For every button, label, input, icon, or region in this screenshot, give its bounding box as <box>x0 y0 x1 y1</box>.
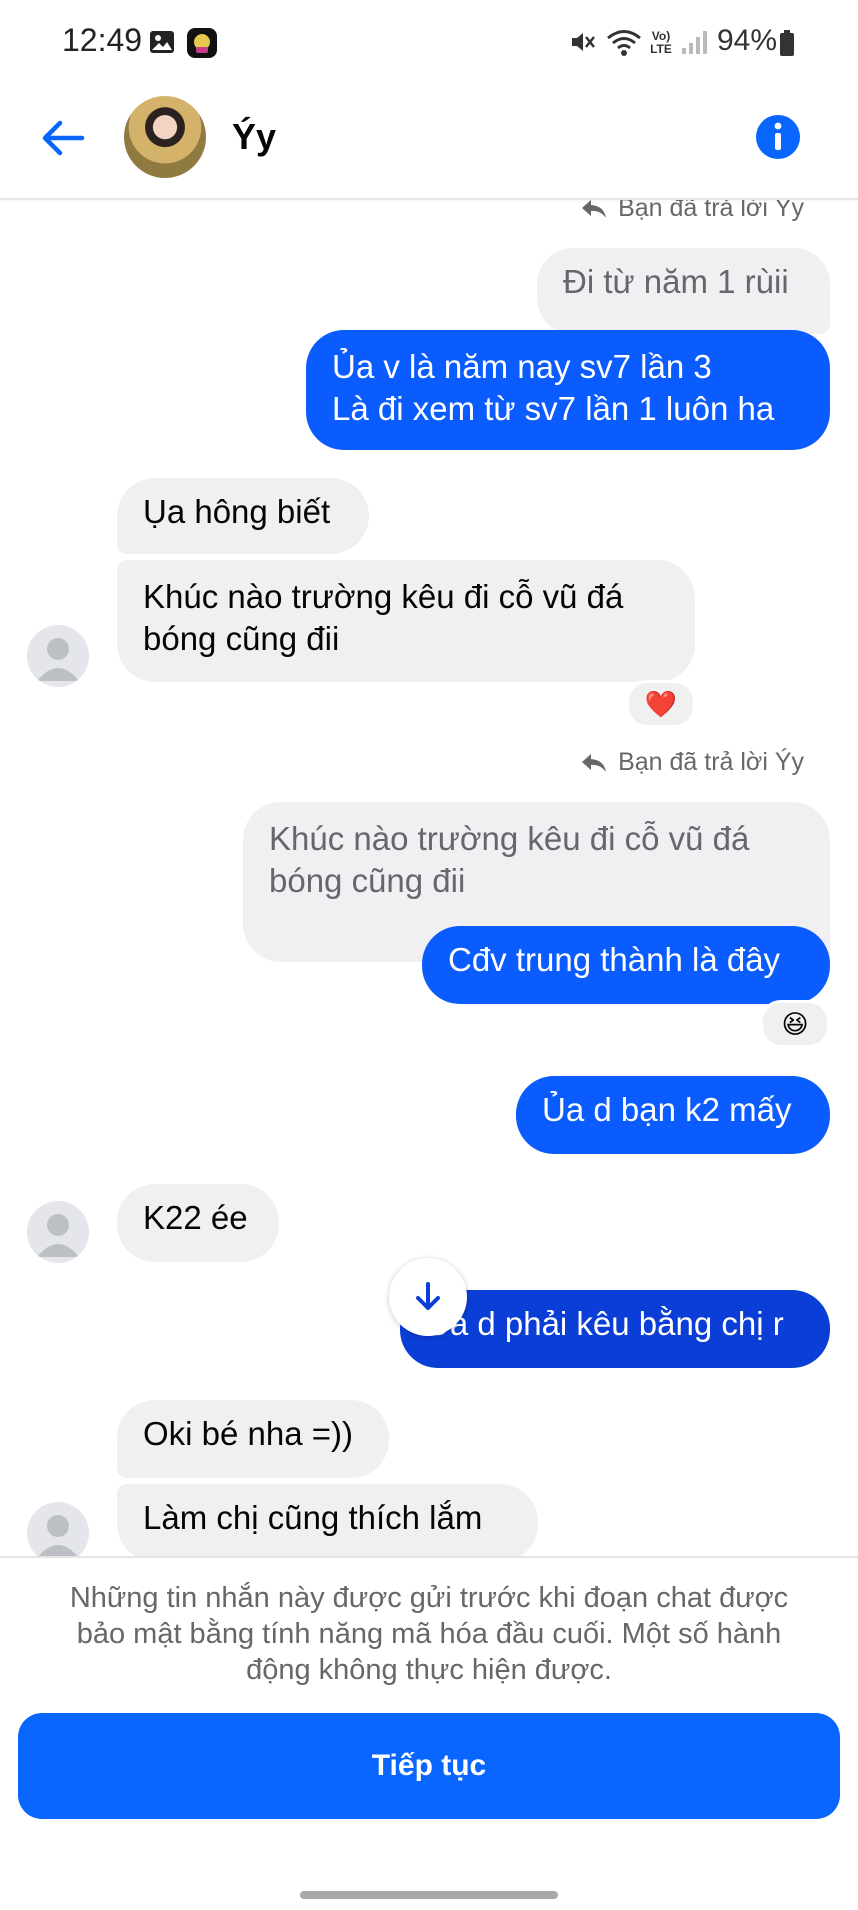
status-time: 12:49 <box>62 22 143 58</box>
outgoing-message[interactable]: Ủa v là năm nay sv7 lần 3 Là đi xem từ s… <box>306 330 830 450</box>
default-user-icon <box>37 1214 79 1257</box>
sender-avatar[interactable] <box>27 1502 89 1556</box>
message-list[interactable]: Bạn đã trả lời Ýy Đi từ năm 1 rùii Ủa v … <box>0 200 858 1556</box>
mute-icon <box>572 33 595 51</box>
outgoing-message[interactable]: Ủa d bạn k2 mấy <box>516 1076 830 1154</box>
status-bar: 12:49 Vo) LTE 94% <box>0 0 858 86</box>
encryption-notice-panel: Những tin nhắn này được gửi trước khi đo… <box>0 1556 858 1910</box>
contact-avatar[interactable] <box>124 96 206 178</box>
info-icon[interactable] <box>755 114 801 160</box>
app-icon <box>187 28 217 58</box>
reply-indicator: Bạn đã trả lời Ýy <box>580 200 804 223</box>
contact-name[interactable]: Ýy <box>232 116 276 158</box>
incoming-message[interactable]: Làm chị cũng thích lắm <box>117 1484 538 1556</box>
reaction-badge[interactable]: 😆 <box>760 1000 830 1048</box>
outgoing-message[interactable]: Cđv trung thành là đây <box>422 926 830 1004</box>
home-indicator[interactable] <box>300 1891 558 1899</box>
reaction-badge[interactable]: ❤️ <box>626 680 696 728</box>
reply-label-text: Bạn đã trả lời Ýy <box>618 200 804 222</box>
quoted-message[interactable]: Đi từ năm 1 rùii <box>537 248 830 334</box>
reply-label-text: Bạn đã trả lời Ýy <box>618 748 804 776</box>
sender-avatar[interactable] <box>27 1201 89 1263</box>
continue-button[interactable]: Tiếp tục <box>18 1713 840 1819</box>
signal-icon <box>682 31 707 54</box>
chat-header: Ýy <box>0 86 858 200</box>
volte-label: Vo) LTE <box>650 29 672 56</box>
incoming-message[interactable]: K22 ée <box>117 1184 279 1262</box>
incoming-message[interactable]: Oki bé nha =)) <box>117 1400 389 1478</box>
battery-icon <box>780 30 794 56</box>
back-arrow-icon[interactable] <box>38 114 86 162</box>
reply-indicator: Bạn đã trả lời Ýy <box>580 748 804 777</box>
incoming-message[interactable]: Khúc nào trường kêu đi cỗ vũ đá bóng cũn… <box>117 560 695 682</box>
default-user-icon <box>38 1515 78 1556</box>
reply-icon <box>582 753 607 772</box>
encryption-notice-text: Những tin nhắn này được gửi trước khi đo… <box>69 1582 789 1686</box>
default-user-icon <box>37 638 79 681</box>
scroll-to-bottom-button[interactable] <box>389 1258 467 1336</box>
reply-icon <box>582 200 607 218</box>
arrow-down-icon <box>416 1282 440 1310</box>
battery-percentage: 94% <box>717 24 778 57</box>
incoming-message[interactable]: Ụa hông biết <box>117 478 369 554</box>
gallery-icon <box>150 31 174 53</box>
sender-avatar[interactable] <box>27 625 89 687</box>
wifi-icon <box>607 30 641 56</box>
